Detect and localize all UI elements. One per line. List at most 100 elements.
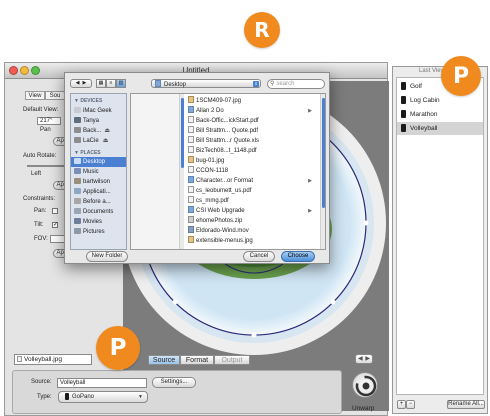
- file-row[interactable]: Bill Strattm... Quote.pdf: [185, 126, 315, 136]
- back-arrow-icon[interactable]: ◀: [76, 80, 80, 86]
- folder-icon: [188, 176, 194, 183]
- list-item[interactable]: Log Cabin: [397, 94, 483, 107]
- badge-r: R: [244, 12, 280, 48]
- list-item-selected[interactable]: Volleyball: [397, 122, 483, 135]
- search-field[interactable]: ⚲ search: [267, 79, 325, 89]
- file-row[interactable]: cs_mmg.pdf: [185, 196, 315, 206]
- chevron-right-icon: ▶: [308, 178, 312, 184]
- settings-button[interactable]: Settings...: [152, 377, 196, 388]
- remove-view-button[interactable]: −: [406, 400, 415, 409]
- auto-rotate-slider[interactable]: [27, 165, 65, 167]
- unwarp-label: Unwarp: [352, 405, 375, 412]
- tab-format[interactable]: Format: [180, 355, 214, 365]
- eject-icon[interactable]: ⏏: [103, 138, 109, 144]
- parent-column[interactable]: [131, 94, 181, 249]
- sidebar-item-music[interactable]: Music: [71, 167, 126, 177]
- file-row[interactable]: CCON-1118: [185, 166, 315, 176]
- files-scrollbar[interactable]: [320, 94, 325, 249]
- minimize-window-button[interactable]: [20, 66, 29, 75]
- column-view-button[interactable]: ▥: [116, 79, 126, 88]
- sidebar-item-lacie[interactable]: LaCie ⏏: [71, 136, 126, 146]
- file-name: Eldorado-Wind.mov: [196, 228, 249, 234]
- file-row[interactable]: Allan 2 Do ▶: [185, 106, 315, 116]
- location-popup[interactable]: Desktop ⇕: [151, 79, 261, 88]
- file-row[interactable]: 1SCM409-07.jpg: [185, 96, 315, 106]
- sidebar-item-before[interactable]: Before a...: [71, 197, 126, 207]
- sidebar-item-imac[interactable]: iMac Geek: [71, 106, 126, 116]
- sidebar-item-home[interactable]: bartwilson: [71, 177, 126, 187]
- unwarp-button[interactable]: [352, 372, 378, 398]
- type-select-value: GoPano: [72, 394, 95, 400]
- sidebar-item-movies[interactable]: Movies: [71, 217, 126, 227]
- view-list-window: Last View Na Golf Log Cabin Marathon Vol…: [392, 66, 488, 414]
- image-file-icon: [188, 156, 194, 163]
- list-item[interactable]: Marathon: [397, 108, 483, 121]
- next-arrow-icon[interactable]: ▶: [365, 355, 370, 362]
- file-name: BizTech08...t_1148.pdf: [196, 148, 257, 154]
- prev-next-control[interactable]: ◀ ▶: [355, 354, 373, 364]
- file-row[interactable]: Bill Strattm...r Quote.xls: [185, 136, 315, 146]
- movies-icon: [74, 218, 81, 224]
- close-window-button[interactable]: [9, 66, 18, 75]
- tilt-constraint-checkbox[interactable]: ✓: [52, 222, 58, 228]
- document-file-icon: [188, 166, 194, 173]
- new-folder-button[interactable]: New Folder: [86, 251, 128, 262]
- file-row[interactable]: ehomePhotos.zip: [185, 216, 315, 226]
- source-name-field[interactable]: Volleyball: [57, 378, 147, 388]
- tab-view[interactable]: View: [25, 91, 45, 100]
- tab-output[interactable]: Output: [214, 355, 250, 365]
- unwarp-icon: [355, 375, 377, 397]
- file-name: CCON-1118: [196, 168, 229, 174]
- back-forward-control[interactable]: ◀ ▶: [70, 79, 92, 88]
- file-row[interactable]: Back-Offic...ickStart.pdf: [185, 116, 315, 126]
- eject-icon[interactable]: ⏏: [104, 128, 110, 134]
- pictures-icon: [74, 228, 81, 234]
- icon-view-button[interactable]: ▦: [96, 79, 106, 88]
- document-file-icon: [188, 136, 194, 143]
- file-row[interactable]: Character...or Format ▶: [185, 176, 315, 186]
- pan-constraint-checkbox[interactable]: [52, 208, 58, 214]
- sidebar-item-desktop[interactable]: Desktop: [71, 157, 126, 167]
- choose-button[interactable]: Choose: [281, 251, 315, 262]
- sidebar-item-documents[interactable]: Documents: [71, 207, 126, 217]
- scrollbar-thumb[interactable]: [181, 98, 184, 168]
- list-view-button[interactable]: ≡: [106, 79, 116, 88]
- file-row[interactable]: bug-01.jpg: [185, 156, 315, 166]
- file-name: extensible-menus.jpg: [196, 238, 253, 244]
- forward-arrow-icon[interactable]: ▶: [83, 80, 87, 86]
- tab-source[interactable]: Sou: [45, 91, 65, 100]
- file-row[interactable]: extensible-menus.jpg: [185, 236, 315, 246]
- location-value: Desktop: [164, 82, 187, 88]
- dialog-sidebar: ▼ DEVICES iMac Geek Tanya Back... ⏏ LaCie…: [70, 93, 127, 250]
- cancel-button[interactable]: Cancel: [243, 251, 275, 262]
- auto-rotate-label: Auto Rotate:: [23, 153, 57, 159]
- image-file-icon: [188, 96, 194, 103]
- zoom-window-button[interactable]: [31, 66, 40, 75]
- sidebar-item-pictures[interactable]: Pictures: [71, 227, 126, 237]
- file-row[interactable]: BizTech08...t_1148.pdf: [185, 146, 315, 156]
- home-icon: [74, 178, 81, 184]
- type-select[interactable]: GoPano ▼: [58, 391, 148, 403]
- desktop-icon: [74, 158, 81, 164]
- sidebar-item-tanya[interactable]: Tanya: [71, 116, 126, 126]
- default-view-pan-field[interactable]: 217°: [37, 117, 61, 125]
- file-row[interactable]: Eldorado-Wind.mov: [185, 226, 315, 236]
- folder-icon: [188, 206, 194, 213]
- column-scrollbar[interactable]: [179, 94, 184, 249]
- rename-all-button[interactable]: Rename All...: [447, 400, 485, 409]
- left-label: Left: [31, 171, 42, 177]
- source-file-name: Volleyball.jpg: [24, 356, 62, 363]
- chevron-updown-icon: ⇕: [253, 81, 259, 87]
- source-file-field[interactable]: Volleyball.jpg: [14, 354, 92, 365]
- sidebar-item-applications[interactable]: Applicati...: [71, 187, 126, 197]
- sidebar-item-backup[interactable]: Back... ⏏: [71, 126, 126, 136]
- scrollbar-thumb[interactable]: [322, 98, 325, 208]
- add-view-button[interactable]: +: [397, 400, 406, 409]
- file-row[interactable]: CSI Web Upgrade ▶: [185, 206, 315, 216]
- file-row[interactable]: cs_leobumett_us.pdf: [185, 186, 315, 196]
- prev-arrow-icon[interactable]: ◀: [358, 355, 363, 362]
- gopano-icon: [401, 124, 406, 132]
- tab-source-bottom[interactable]: Source: [148, 355, 180, 365]
- file-name: cs_leobumett_us.pdf: [196, 188, 252, 194]
- document-file-icon: [188, 116, 194, 123]
